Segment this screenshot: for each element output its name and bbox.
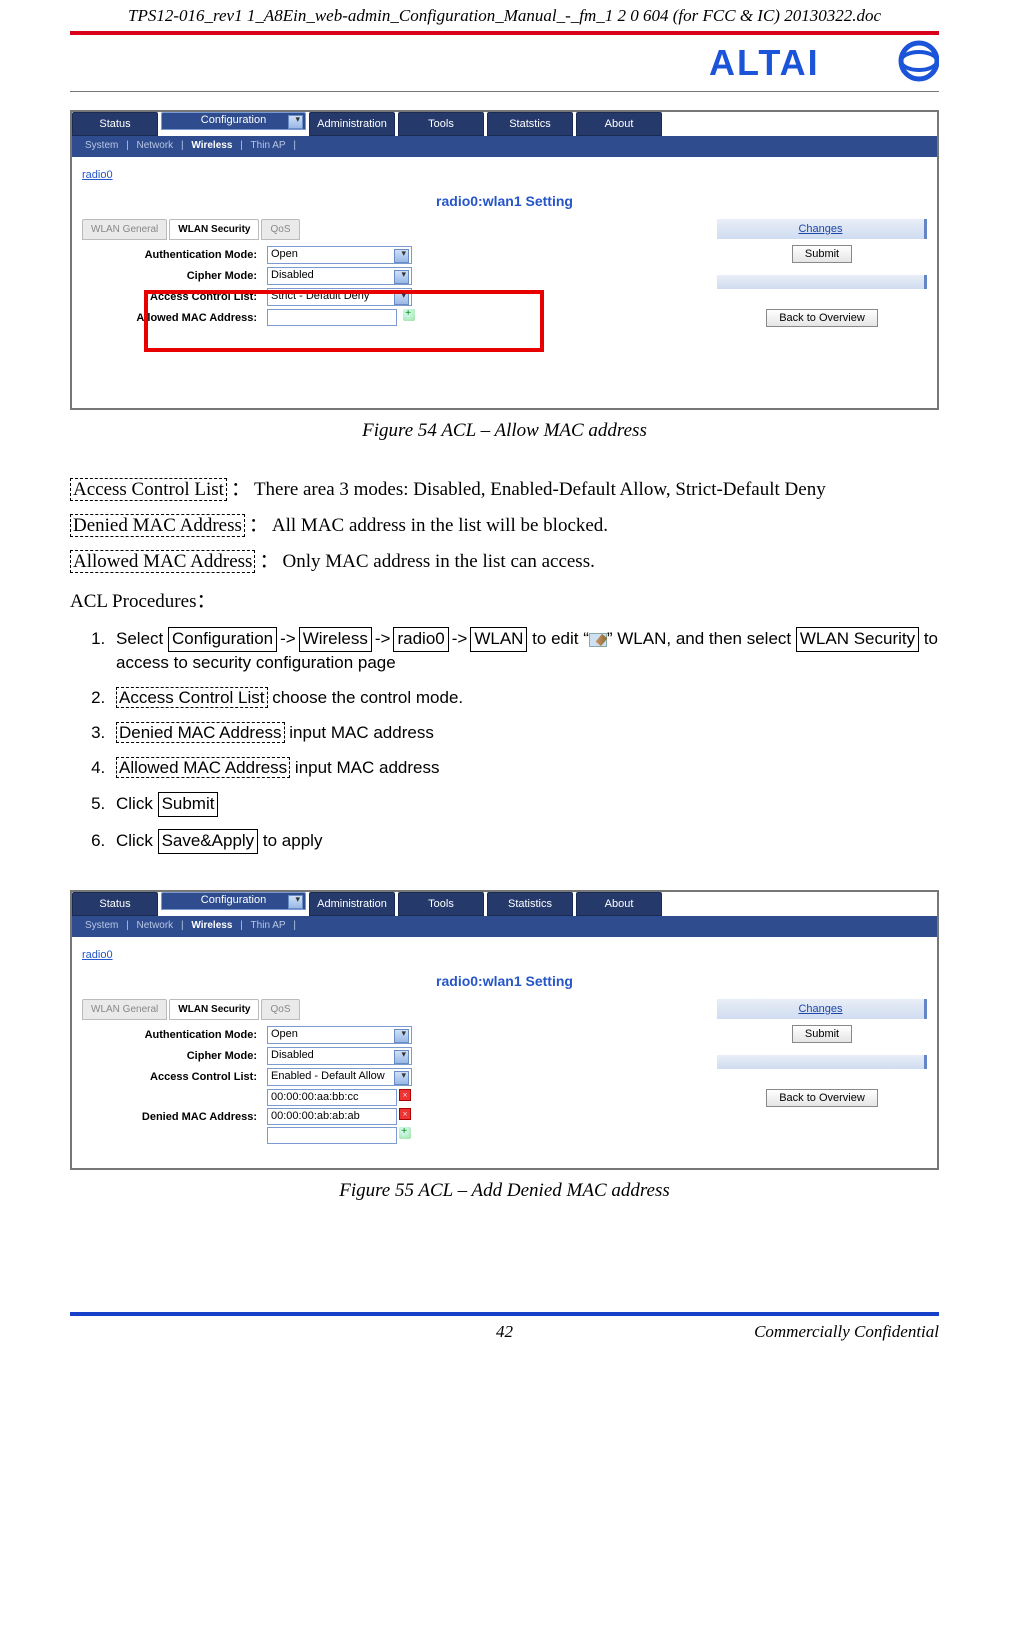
subnav-network[interactable]: Network [137,140,174,151]
def-acl: Access Control List：There area 3 modes: … [70,472,939,508]
allowed-mac-input[interactable] [267,309,397,326]
step-4: Allowed MAC Address input MAC address [110,753,939,788]
subtab-wlan-general[interactable]: WLAN General [82,219,167,240]
term-denied: Denied MAC Address [70,514,245,537]
step-6: Click Save&Apply to apply [110,825,939,862]
denied-mac-label: Denied MAC Address: [82,1111,267,1123]
subnav-system[interactable]: System [85,920,118,931]
edit-icon [589,633,607,647]
acl-label: Access Control List: [82,291,267,303]
def-denied: Denied MAC Address：All MAC address in th… [70,508,939,544]
tab-about[interactable]: About [576,892,662,916]
auth-mode-label: Authentication Mode: [82,249,267,261]
auth-mode-select[interactable]: Open [267,1026,412,1044]
subtab-wlan-security[interactable]: WLAN Security [169,219,259,240]
breadcrumb[interactable]: radio0 [72,163,937,187]
add-icon[interactable] [403,309,415,321]
side-blank-strip [717,275,927,289]
svg-text:ALTAI: ALTAI [709,42,820,83]
sub-nav: System | Network | Wireless | Thin AP | [72,136,937,155]
subnav-wireless[interactable]: Wireless [191,140,232,151]
altai-logo: ALTAI [709,39,939,83]
subtab-wlan-general[interactable]: WLAN General [82,999,167,1020]
submit-button[interactable]: Submit [792,245,852,263]
tab-administration[interactable]: Administration [309,892,395,916]
doc-header: TPS12-016_rev1 1_A8Ein_web-admin_Configu… [70,0,939,29]
denied-mac-input-1[interactable]: 00:00:00:aa:bb:cc [267,1089,397,1106]
delete-icon[interactable] [399,1089,411,1101]
confidential-label: Commercially Confidential [754,1322,939,1342]
footer-blue-rule [70,1312,939,1316]
acl-label: Access Control List: [82,1071,267,1083]
step-5: Click Submit [110,788,939,825]
tab-status[interactable]: Status [72,892,158,916]
delete-icon[interactable] [399,1108,411,1120]
acl-select[interactable]: Enabled - Default Allow [267,1068,412,1086]
figure-55-caption: Figure 55 ACL – Add Denied MAC address [70,1180,939,1202]
auth-mode-select[interactable]: Open [267,246,412,264]
auth-mode-label: Authentication Mode: [82,1029,267,1041]
tab-configuration[interactable]: Configuration [161,892,306,910]
subnav-wireless[interactable]: Wireless [191,920,232,931]
section-title: radio0:wlan1 Setting [72,187,937,219]
tab-tools[interactable]: Tools [398,112,484,136]
tab-status[interactable]: Status [72,112,158,136]
tab-administration[interactable]: Administration [309,112,395,136]
changes-link[interactable]: Changes [717,999,927,1019]
section-title-55: radio0:wlan1 Setting [72,967,937,999]
procedure-list: Select Configuration->Wireless->radio0->… [70,623,939,862]
procedures-heading: ACL Procedures： [70,586,939,613]
figure-54-screenshot: Status Configuration Administration Tool… [70,110,939,410]
tab-statistics[interactable]: Statstics [487,112,573,136]
back-to-overview-button[interactable]: Back to Overview [766,1089,878,1107]
cipher-mode-label: Cipher Mode: [82,1050,267,1062]
header-thin-rule [70,91,939,92]
tab-configuration[interactable]: Configuration [161,112,306,130]
acl-select[interactable]: Strict - Default Deny [267,288,412,306]
main-nav: Status Configuration Administration Tool… [72,112,937,136]
step-3: Denied MAC Address input MAC address [110,718,939,753]
cipher-mode-select[interactable]: Disabled [267,267,412,285]
denied-mac-input-2[interactable]: 00:00:00:ab:ab:ab [267,1108,397,1125]
back-to-overview-button[interactable]: Back to Overview [766,309,878,327]
cipher-mode-label: Cipher Mode: [82,270,267,282]
changes-link[interactable]: Changes [717,219,927,239]
term-acl: Access Control List [70,478,227,501]
denied-mac-input-3[interactable] [267,1127,397,1144]
figure-55-screenshot: Status Configuration Administration Tool… [70,890,939,1170]
cipher-mode-select[interactable]: Disabled [267,1047,412,1065]
submit-button[interactable]: Submit [792,1025,852,1043]
subtab-qos[interactable]: QoS [261,999,299,1020]
step-1: Select Configuration->Wireless->radio0->… [110,623,939,683]
allowed-mac-label: Allowed MAC Address: [82,312,267,324]
subnav-thinap[interactable]: Thin AP [251,920,286,931]
subtab-qos[interactable]: QoS [261,219,299,240]
subnav-thinap[interactable]: Thin AP [251,140,286,151]
breadcrumb-55[interactable]: radio0 [72,943,937,967]
subnav-system[interactable]: System [85,140,118,151]
side-blank-strip [717,1055,927,1069]
tab-statistics[interactable]: Statistics [487,892,573,916]
main-nav-55: Status Configuration Administration Tool… [72,892,937,916]
step-2: Access Control List choose the control m… [110,683,939,718]
subnav-network[interactable]: Network [137,920,174,931]
subtab-wlan-security[interactable]: WLAN Security [169,999,259,1020]
tab-tools[interactable]: Tools [398,892,484,916]
tab-about[interactable]: About [576,112,662,136]
term-allowed: Allowed MAC Address [70,550,255,573]
page-number: 42 [496,1322,513,1342]
def-allowed: Allowed MAC Address：Only MAC address in … [70,544,939,580]
sub-nav-55: System | Network | Wireless | Thin AP | [72,916,937,935]
add-icon[interactable] [399,1127,411,1139]
figure-54-caption: Figure 54 ACL – Allow MAC address [70,420,939,442]
